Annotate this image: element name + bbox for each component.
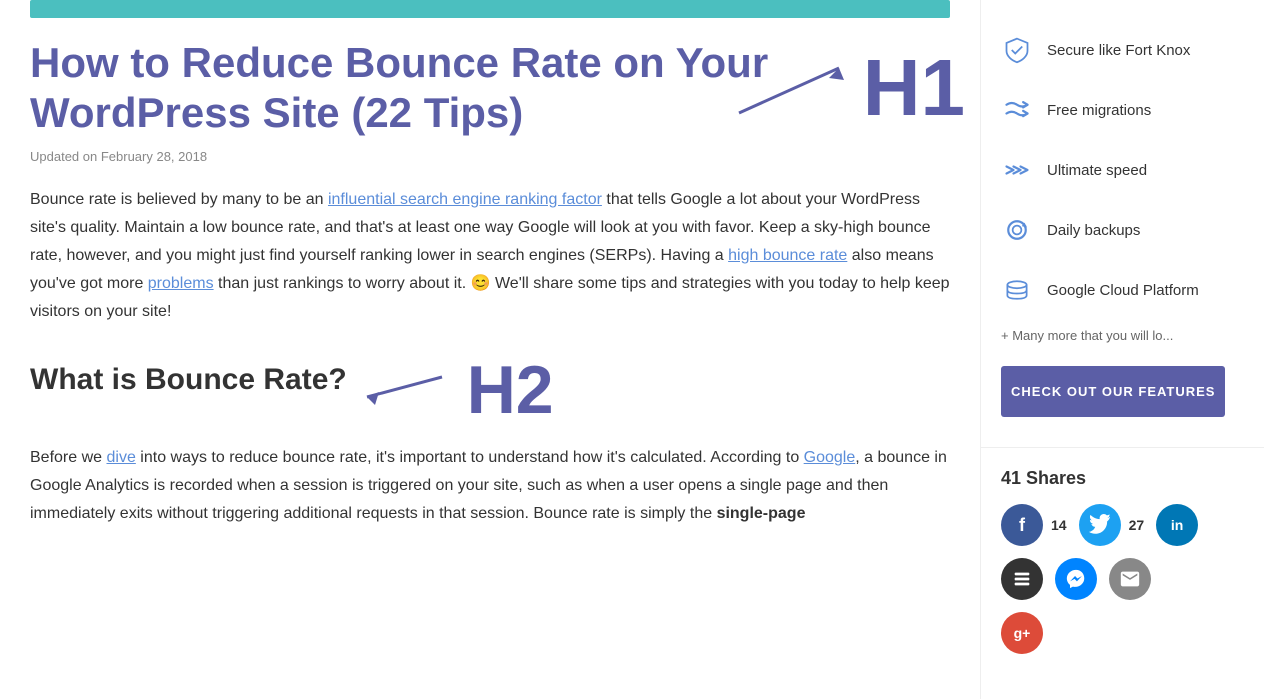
facebook-icon: f [1019, 515, 1025, 536]
feature-backups-label: Daily backups [1047, 222, 1140, 239]
social-row-1: f 14 27 in [1001, 504, 1244, 546]
twitter-button[interactable] [1079, 504, 1121, 546]
h1-annotation: H1 [729, 48, 965, 128]
google-link[interactable]: Google [804, 449, 856, 466]
feature-secure: Secure like Fort Knox [981, 20, 1264, 80]
feature-migrations-label: Free migrations [1047, 102, 1151, 119]
h2-arrow-icon [357, 367, 457, 412]
dive-link[interactable]: dive [106, 449, 135, 466]
feature-cloud-label: Google Cloud Platform [1047, 282, 1199, 299]
sidebar: Secure like Fort Knox Free migrations [980, 0, 1264, 699]
h2-paragraph: Before we dive into ways to reduce bounc… [30, 444, 950, 528]
intro-paragraph: Bounce rate is believed by many to be an… [30, 186, 950, 326]
facebook-count: 14 [1051, 517, 1067, 533]
h1-arrow-icon [729, 58, 859, 128]
feature-speed: Ultimate speed [981, 140, 1264, 200]
top-banner [30, 0, 950, 18]
h1-label: H1 [863, 48, 965, 128]
refresh-icon [1001, 214, 1033, 246]
linkedin-icon: in [1171, 517, 1183, 533]
bold-single-page: single-page [717, 505, 806, 522]
messenger-button[interactable] [1055, 558, 1097, 600]
influential-link[interactable]: influential search engine ranking factor [328, 191, 602, 208]
shares-section: 41 Shares f 14 27 in [981, 448, 1264, 669]
h2-container: What is Bounce Rate? H2 [30, 356, 950, 424]
checkout-features-button[interactable]: CHECK OUT OUR FEATURES [1001, 366, 1225, 417]
shares-count: 41 Shares [1001, 468, 1244, 489]
title-area: How to Reduce Bounce Rate on Your WordPr… [30, 38, 950, 139]
linkedin-button[interactable]: in [1156, 504, 1198, 546]
email-icon [1119, 568, 1141, 590]
social-row-3: g+ [1001, 612, 1244, 654]
email-button[interactable] [1109, 558, 1151, 600]
h2-section: What is Bounce Rate? H2 Before we dive i… [30, 356, 950, 528]
shield-icon [1001, 34, 1033, 66]
messenger-icon [1065, 568, 1087, 590]
high-bounce-link[interactable]: high bounce rate [728, 247, 847, 264]
feature-cloud: Google Cloud Platform [981, 260, 1264, 320]
facebook-button[interactable]: f [1001, 504, 1043, 546]
h2-label: H2 [467, 356, 554, 424]
social-row-2 [1001, 558, 1244, 600]
googleplus-icon: g+ [1014, 625, 1031, 641]
feature-backups: Daily backups [981, 200, 1264, 260]
arrow-right-double-icon [1001, 94, 1033, 126]
layers-icon [1001, 274, 1033, 306]
chevrons-icon [1001, 154, 1033, 186]
main-content: How to Reduce Bounce Rate on Your WordPr… [0, 0, 980, 699]
problems-link[interactable]: problems [148, 275, 214, 292]
buffer-button[interactable] [1001, 558, 1043, 600]
twitter-pair: 27 [1079, 504, 1145, 546]
googleplus-button[interactable]: g+ [1001, 612, 1043, 654]
twitter-count: 27 [1129, 517, 1145, 533]
twitter-bird-icon [1089, 514, 1111, 536]
more-features-text: + Many more that you will lo... [981, 320, 1264, 351]
facebook-pair: f 14 [1001, 504, 1067, 546]
article-meta: Updated on February 28, 2018 [30, 149, 950, 164]
feature-migrations: Free migrations [981, 80, 1264, 140]
section-heading-h2: What is Bounce Rate? [30, 363, 347, 397]
buffer-icon [1011, 568, 1033, 590]
article-intro: Bounce rate is believed by many to be an… [30, 186, 950, 326]
feature-speed-label: Ultimate speed [1047, 162, 1147, 179]
sidebar-features: Secure like Fort Knox Free migrations [981, 15, 1264, 448]
feature-secure-label: Secure like Fort Knox [1047, 42, 1190, 59]
